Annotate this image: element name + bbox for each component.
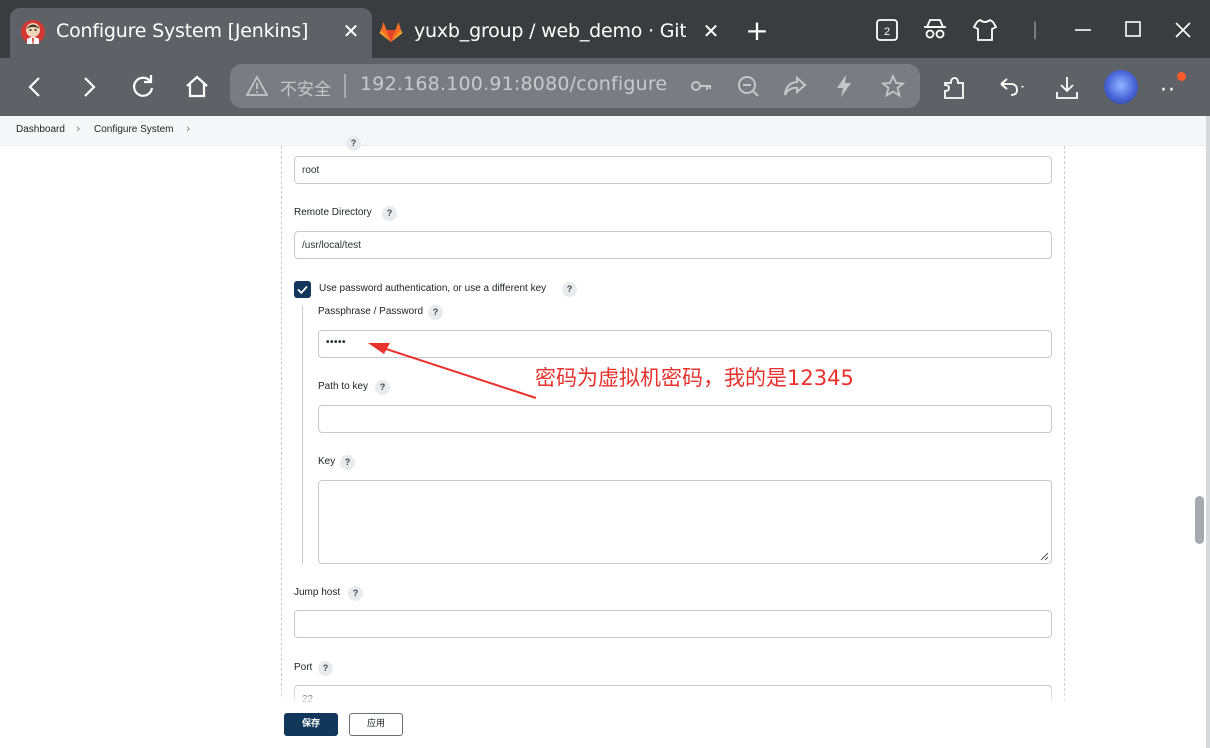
warning-icon [246,75,268,96]
home-icon[interactable] [179,70,215,104]
url-text[interactable]: 192.168.100.91:8080/configure [360,73,667,95]
annotation-arrow [368,343,537,399]
help-icon[interactable]: ? [562,282,577,297]
gitlab-icon [379,22,403,42]
tab-close-icon[interactable]: ✕ [340,16,362,46]
close-window-icon[interactable] [1166,14,1200,46]
key-textarea[interactable] [318,480,1052,564]
chevron-right-icon: › [76,122,81,135]
window-edge [1206,116,1210,748]
tab-title: Configure System [Jenkins] [56,20,309,42]
use-password-label[interactable]: Use password authentication, or use a di… [319,283,546,294]
path-to-key-field[interactable] [318,405,1052,433]
help-icon[interactable]: ? [348,586,363,601]
incognito-icon[interactable] [918,14,952,46]
tab-title: yuxb_group / web_demo · GitLab [414,20,686,42]
help-icon[interactable]: ? [340,455,355,470]
avatar[interactable] [1104,70,1138,104]
reload-icon[interactable] [125,70,161,104]
extensions-icon[interactable] [938,72,970,104]
help-icon[interactable]: ? [318,661,333,676]
port-label: Port [294,662,313,673]
breadcrumb: Dashboard › Configure System › [0,116,1210,146]
bookmark-star-icon[interactable] [880,73,906,99]
resize-handle-icon[interactable] [1039,551,1049,561]
zoom-out-icon[interactable] [735,73,761,99]
jump-host-label: Jump host [294,587,341,598]
titlebar-divider: | [1031,19,1039,40]
remote-directory-label: Remote Directory [294,207,372,218]
minimize-icon[interactable] [1066,14,1100,46]
svg-text:2: 2 [884,26,890,38]
breadcrumb-configure-system[interactable]: Configure System [94,124,173,135]
password-key-icon[interactable] [688,73,714,99]
annotation-text: 密码为虚拟机密码，我的是12345 [535,366,854,390]
lightning-icon[interactable] [831,73,857,99]
page-scrollbar[interactable] [1195,496,1204,544]
browser-toolbar: 不安全 192.168.100.91:8080/configure ·· [0,58,1210,116]
jenkins-icon [21,20,45,44]
breadcrumb-dashboard[interactable]: Dashboard [16,124,65,135]
more-menu-icon[interactable]: ·· [1160,78,1176,103]
help-icon[interactable]: ? [428,305,443,320]
passphrase-label: Passphrase / Password [318,306,424,317]
form-action-bar: 保存 应用 [268,702,1068,748]
configure-page: ? root Remote Directory ? /usr/local/tes… [0,136,1210,748]
jump-host-field[interactable] [294,610,1052,638]
key-label: Key [318,456,336,467]
back-icon[interactable] [17,70,53,104]
notification-dot [1175,70,1188,83]
download-icon[interactable] [1051,72,1083,104]
checkmark-icon [297,285,308,295]
undo-dropdown-icon[interactable] [995,72,1027,104]
nested-section-line [302,306,303,564]
address-divider [344,74,346,98]
address-bar[interactable]: 不安全 192.168.100.91:8080/configure [230,64,920,108]
username-field[interactable]: root [294,156,1052,184]
tab-gitlab[interactable]: yuxb_group / web_demo · GitLab ✕ [372,8,728,58]
save-button[interactable]: 保存 [284,713,338,736]
share-icon[interactable] [782,73,808,99]
chevron-right-icon[interactable]: › [186,122,190,135]
apply-button[interactable]: 应用 [349,713,403,736]
tab-count-icon: 2 [876,19,898,41]
use-password-checkbox[interactable] [294,281,311,298]
maximize-icon[interactable] [1116,14,1150,46]
tab-count-button[interactable]: 2 [870,14,904,46]
browser-tab-bar: Configure System [Jenkins] ✕ yuxb_group … [0,0,1210,58]
help-icon[interactable]: ? [346,136,361,151]
tab-jenkins-configure[interactable]: Configure System [Jenkins] ✕ [10,8,372,58]
help-icon[interactable]: ? [382,206,397,221]
theme-shirt-icon[interactable] [968,14,1002,46]
insecure-label: 不安全 [280,80,331,100]
forward-icon[interactable] [71,70,107,104]
remote-directory-field[interactable]: /usr/local/test [294,231,1052,259]
new-tab-button[interactable]: + [740,14,774,48]
tab-close-icon[interactable]: ✕ [700,16,722,46]
